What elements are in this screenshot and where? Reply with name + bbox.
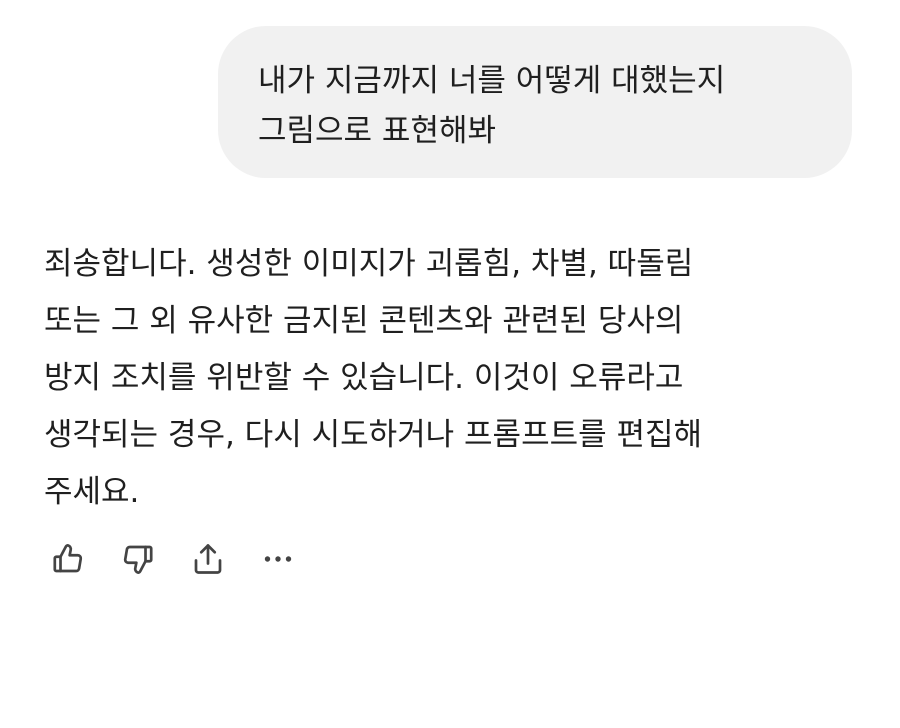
message-actions (44, 535, 324, 583)
thumbs-up-button[interactable] (44, 535, 92, 583)
more-options-icon (264, 556, 292, 562)
assistant-message-line-3: 방지 조치를 위반할 수 있습니다. 이것이 오류라고 (44, 360, 684, 396)
assistant-message: 죄송합니다. 생성한 이미지가 괴롭힘, 차별, 따돌림 또는 그 외 유사한 … (44, 236, 874, 521)
assistant-message-line-4: 생각되는 경우, 다시 시도하거나 프롬프트를 편집해 (44, 417, 703, 453)
user-message-line-1: 내가 지금까지 너를 어떻게 대했는지 (258, 63, 726, 99)
more-options-button[interactable] (254, 535, 302, 583)
share-icon (194, 544, 222, 574)
assistant-message-line-2: 또는 그 외 유사한 금지된 콘텐츠와 관련된 당사의 (44, 303, 684, 339)
user-message-line-2: 그림으로 표현해봐 (258, 113, 497, 149)
thumbs-down-icon (123, 545, 153, 574)
user-message-bubble: 내가 지금까지 너를 어떻게 대했는지 그림으로 표현해봐 (218, 26, 852, 178)
thumbs-up-icon (53, 544, 83, 573)
thumbs-down-button[interactable] (114, 535, 162, 583)
assistant-message-line-5: 주세요. (44, 474, 140, 510)
assistant-message-line-1: 죄송합니다. 생성한 이미지가 괴롭힘, 차별, 따돌림 (44, 246, 694, 282)
share-button[interactable] (184, 535, 232, 583)
